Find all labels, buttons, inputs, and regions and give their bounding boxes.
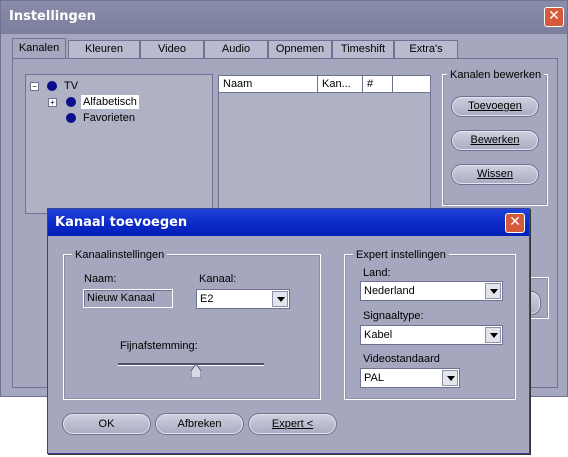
tab-extras[interactable]: Extra's (394, 40, 458, 58)
ok-label: OK (98, 418, 115, 430)
tree-item-alfabetisch[interactable]: Alfabetisch (81, 95, 139, 109)
country-label: Land: (363, 267, 391, 279)
tab-video[interactable]: Video (140, 40, 204, 58)
expert-toggle-label: Expert < (271, 418, 314, 430)
chevron-down-icon[interactable] (272, 291, 288, 307)
signal-type-select-value: Kabel (364, 329, 393, 341)
dialog-title: Kanaal toevoegen (55, 215, 188, 230)
tab-opnemen[interactable]: Opnemen (268, 40, 332, 58)
chevron-down-icon[interactable] (442, 370, 458, 386)
edit-channel-label: Bewerken (470, 134, 520, 146)
expert-settings-label: Expert instellingen (353, 249, 449, 261)
channel-list[interactable]: Naam Kan... # (218, 75, 431, 215)
add-channel-label: Toevoegen (468, 100, 522, 112)
country-select[interactable]: Nederland (360, 281, 503, 301)
country-select-value: Nederland (364, 285, 415, 297)
tab-timeshift[interactable]: Timeshift (332, 40, 394, 58)
video-standard-label: Videostandaard (363, 353, 440, 365)
column-header-kanaal[interactable]: Kan... (318, 76, 363, 93)
favorieten-node-icon (66, 113, 76, 123)
name-field[interactable]: Nieuw Kanaal (83, 289, 173, 308)
column-header-naam[interactable]: Naam (219, 76, 318, 93)
channel-settings-label: Kanaalinstellingen (72, 249, 168, 261)
video-standard-select[interactable]: PAL (360, 368, 460, 388)
dialog-close-icon[interactable]: ✕ (505, 213, 525, 233)
edit-channel-button[interactable]: Bewerken (451, 130, 539, 151)
channel-select[interactable]: E2 (196, 289, 290, 309)
signal-type-select[interactable]: Kabel (360, 325, 503, 345)
expand-icon[interactable]: + (48, 98, 57, 107)
tree-item-tv[interactable]: TV (64, 79, 78, 93)
delete-channel-label: Wissen (476, 168, 514, 180)
column-header-empty (393, 76, 430, 93)
settings-close-icon[interactable]: ✕ (544, 7, 564, 27)
tab-kleuren[interactable]: Kleuren (68, 40, 140, 58)
settings-titlebar[interactable]: Instellingen ✕ (1, 1, 567, 34)
tab-audio[interactable]: Audio (204, 40, 268, 58)
channel-label: Kanaal: (199, 273, 237, 285)
cancel-label: Afbreken (177, 418, 222, 430)
tv-node-icon (47, 81, 57, 91)
column-header-number[interactable]: # (363, 76, 393, 93)
alfabetisch-node-icon (66, 97, 76, 107)
tree-item-favorieten[interactable]: Favorieten (83, 111, 135, 125)
name-label: Naam: (84, 273, 117, 285)
finetune-label: Fijnafstemming: (120, 340, 198, 352)
channel-select-value: E2 (200, 293, 214, 305)
add-channel-button[interactable]: Toevoegen (451, 96, 539, 117)
video-standard-select-value: PAL (364, 372, 384, 384)
ok-button[interactable]: OK (62, 413, 151, 435)
dialog-titlebar[interactable]: Kanaal toevoegen (48, 209, 529, 236)
chevron-down-icon[interactable] (485, 327, 501, 343)
cancel-button[interactable]: Afbreken (155, 413, 244, 435)
expert-toggle-button[interactable]: Expert < (248, 413, 337, 435)
signal-type-label: Signaaltype: (363, 310, 424, 322)
finetune-slider-thumb[interactable] (191, 364, 201, 378)
add-channel-dialog: Kanaal toevoegen ✕ Kanaalinstellingen Na… (47, 208, 530, 454)
chevron-down-icon[interactable] (485, 283, 501, 299)
channel-tree[interactable]: − TV + Alfabetisch Favorieten (25, 74, 213, 214)
edit-channels-label: Kanalen bewerken (447, 69, 545, 81)
settings-title: Instellingen (9, 9, 96, 24)
collapse-icon[interactable]: − (30, 82, 39, 91)
tab-kanalen[interactable]: Kanalen (12, 38, 66, 58)
delete-channel-button[interactable]: Wissen (451, 164, 539, 185)
